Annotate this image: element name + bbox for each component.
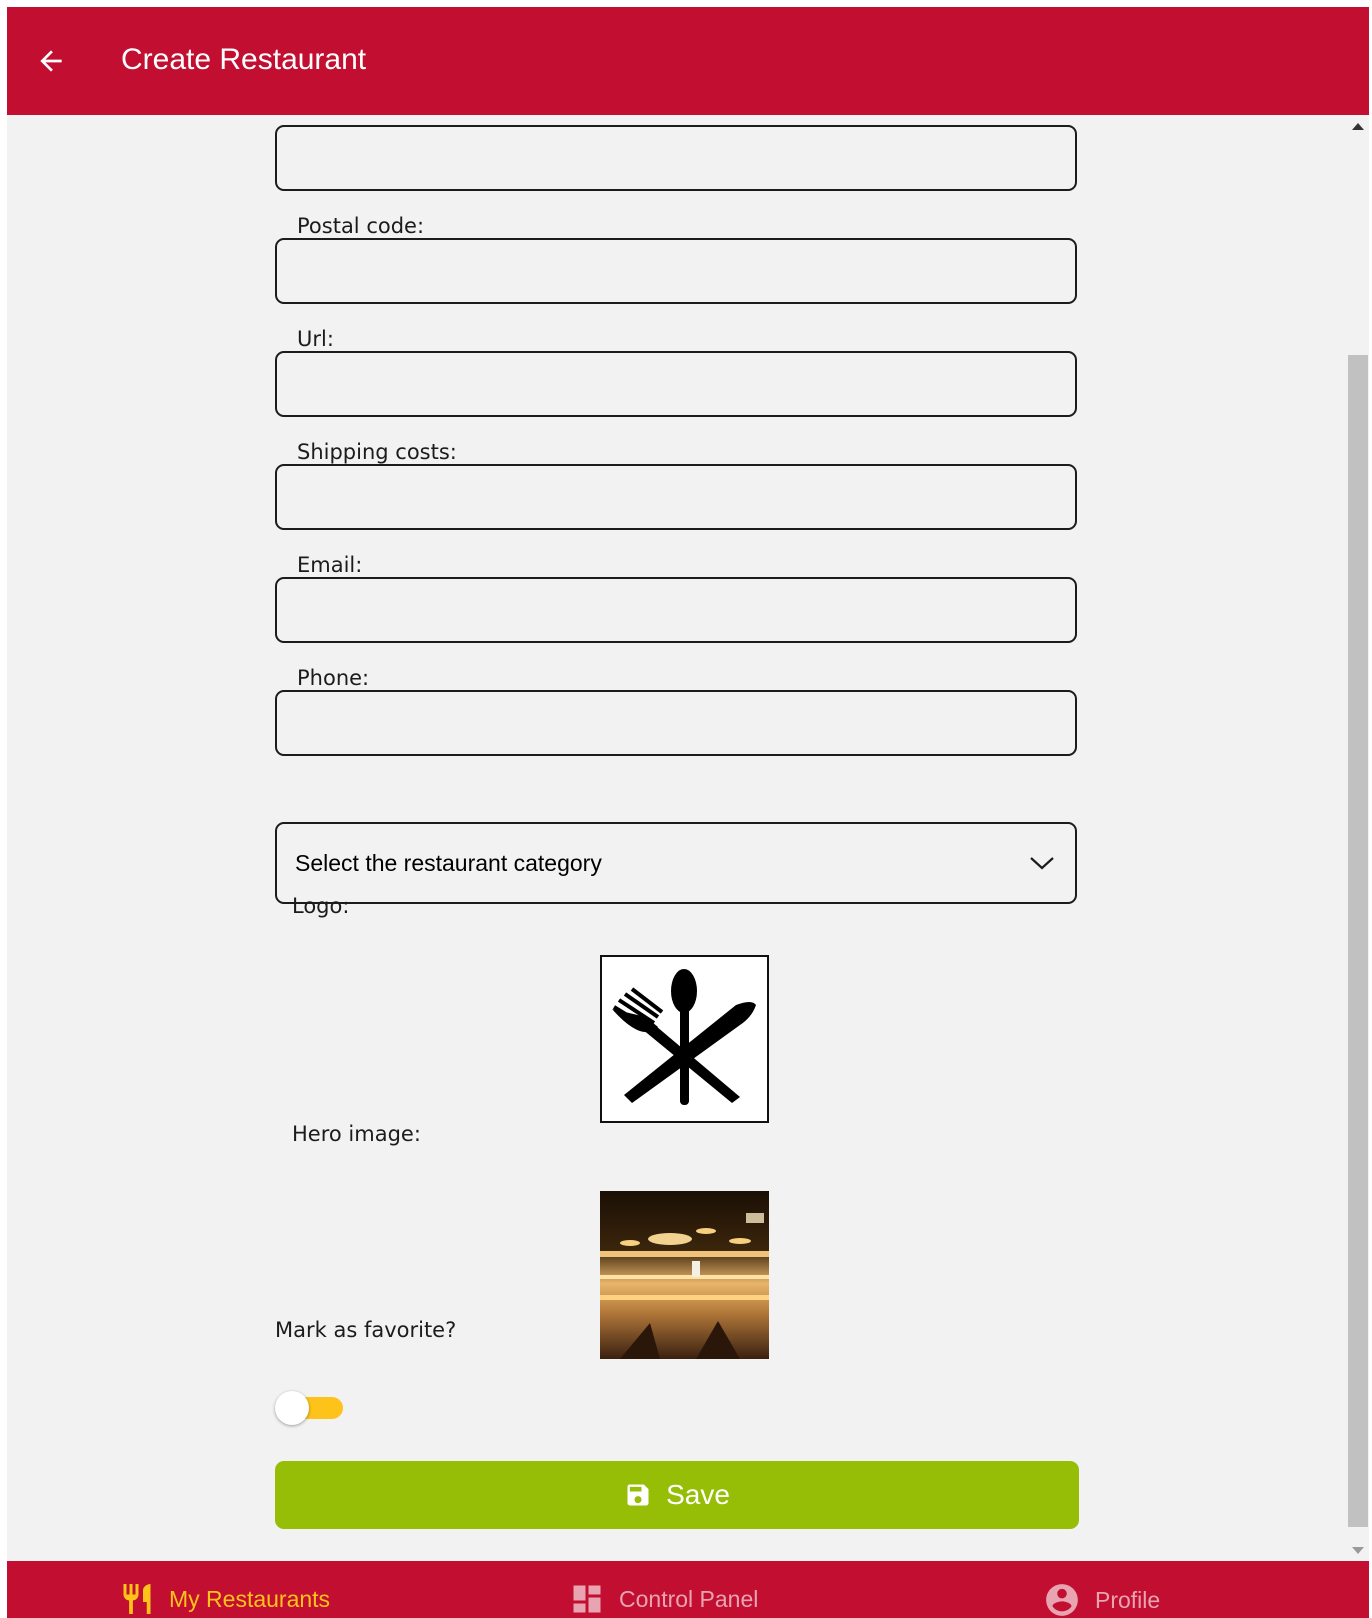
back-button[interactable]	[29, 39, 73, 83]
scroll-down-arrow-icon[interactable]	[1352, 1547, 1364, 1554]
favorite-label: Mark as favorite?	[275, 1318, 457, 1342]
restaurant-icon	[123, 1584, 151, 1614]
page-title: Create Restaurant	[121, 43, 367, 76]
favorite-toggle-knob	[275, 1391, 309, 1425]
hero-image-picker[interactable]	[600, 1191, 769, 1359]
cutlery-logo-icon	[612, 969, 756, 1105]
nav-item-profile[interactable]: Profile	[1043, 1581, 1160, 1618]
nav-label-my-restaurants: My Restaurants	[169, 1585, 331, 1612]
postal-code-input[interactable]	[277, 240, 1075, 302]
phone-label: Phone:	[297, 666, 370, 690]
shipping-costs-field[interactable]	[275, 464, 1077, 530]
url-field[interactable]	[275, 351, 1077, 417]
dashboard-icon	[573, 1585, 601, 1613]
email-field[interactable]	[275, 577, 1077, 643]
address-input[interactable]	[277, 127, 1075, 189]
save-button[interactable]: Save	[275, 1461, 1079, 1529]
url-input[interactable]	[277, 353, 1075, 415]
favorite-toggle[interactable]	[275, 1391, 345, 1425]
email-input[interactable]	[277, 579, 1075, 641]
hero-image-label: Hero image:	[292, 1122, 421, 1146]
arrow-back-icon	[40, 50, 62, 72]
phone-input[interactable]	[277, 692, 1075, 754]
logo-label: Logo:	[292, 894, 350, 918]
app-frame: Create Restaurant Postal code: Url: Ship…	[7, 7, 1369, 1618]
nav-label-profile: Profile	[1095, 1586, 1161, 1613]
shipping-costs-input[interactable]	[277, 466, 1075, 528]
phone-field[interactable]	[275, 690, 1077, 756]
scroll-up-arrow-icon[interactable]	[1352, 123, 1364, 130]
nav-label-control-panel: Control Panel	[619, 1585, 759, 1612]
app-header: Create Restaurant	[7, 7, 1369, 115]
nav-item-control-panel[interactable]: Control Panel	[569, 1581, 758, 1617]
scrollbar-thumb[interactable]	[1348, 355, 1368, 1527]
chevron-down-icon	[1030, 857, 1054, 870]
bottom-navigation: My Restaurants Control Panel Profile	[7, 1561, 1369, 1618]
shipping-costs-label: Shipping costs:	[297, 440, 457, 464]
save-button-label: Save	[666, 1479, 730, 1510]
category-select[interactable]: Select the restaurant category	[275, 822, 1077, 904]
save-icon	[627, 1484, 649, 1506]
hero-image-photo	[600, 1191, 769, 1359]
form-scroll-area: Postal code: Url: Shipping costs: Email:…	[7, 115, 1347, 1561]
logo-image-picker[interactable]	[600, 955, 769, 1123]
account-circle-icon	[1046, 1584, 1078, 1616]
postal-code-field[interactable]	[275, 238, 1077, 304]
address-field[interactable]	[275, 125, 1077, 191]
category-select-value: Select the restaurant category	[295, 849, 602, 876]
email-label: Email:	[297, 553, 363, 577]
vertical-scrollbar[interactable]	[1347, 115, 1369, 1561]
nav-item-my-restaurants[interactable]: My Restaurants	[119, 1581, 330, 1617]
postal-code-label: Postal code:	[297, 214, 425, 238]
url-label: Url:	[297, 327, 334, 351]
